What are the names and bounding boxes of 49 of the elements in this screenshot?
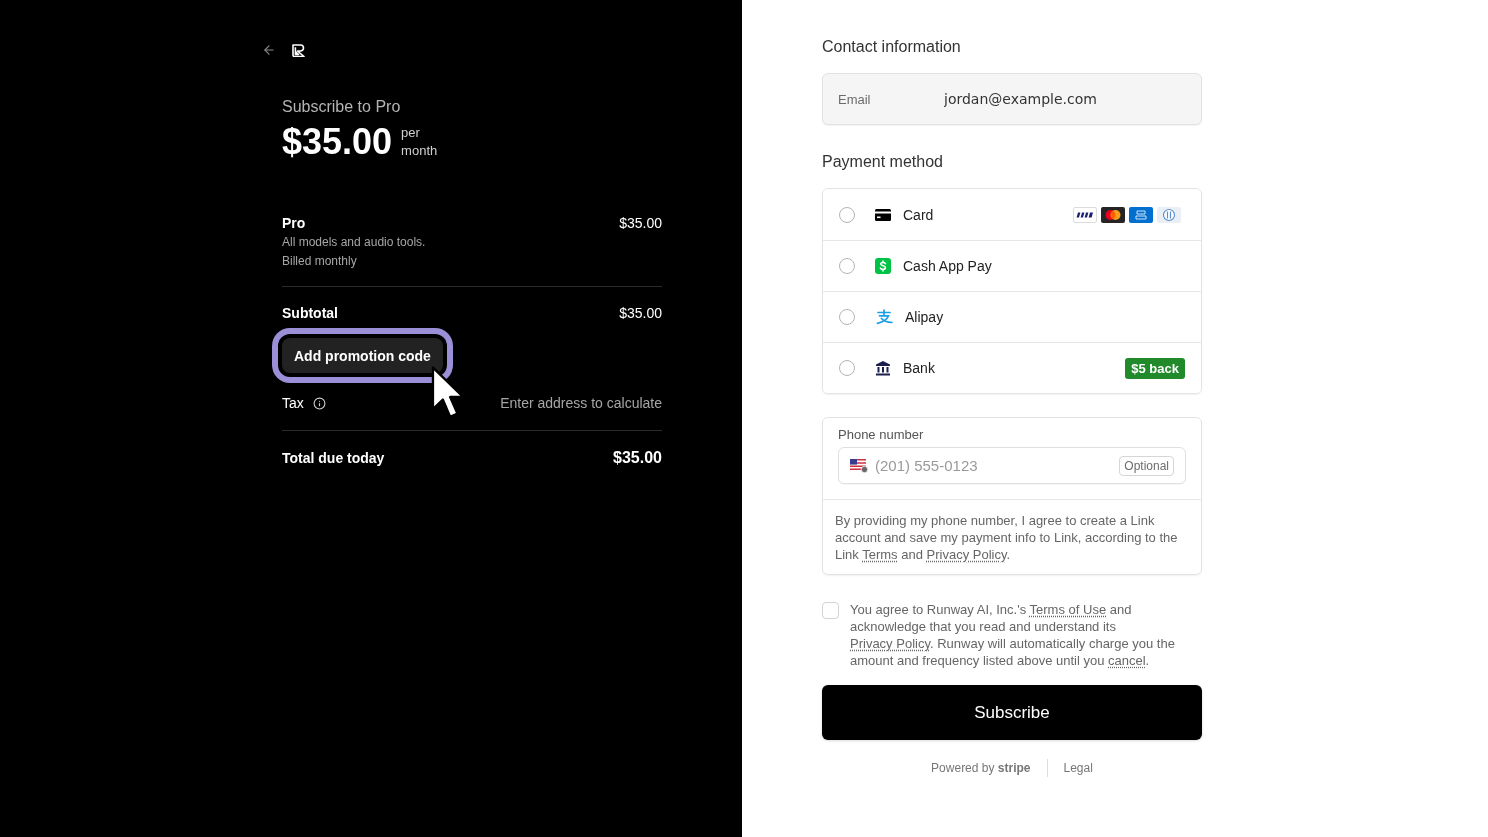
- tax-value: Enter address to calculate: [500, 394, 662, 412]
- item-billing: Billed monthly: [282, 253, 358, 270]
- payment-method-label[interactable]: Alipay: [905, 309, 1185, 325]
- dollar-sign-icon: [875, 258, 891, 274]
- section-heading: Contact information: [822, 37, 962, 57]
- powered-by-text: Powered by stripe: [931, 761, 1031, 775]
- credit-card-icon: [875, 208, 891, 221]
- price: $35.00: [282, 122, 393, 162]
- subtotal-label: Subtotal: [282, 304, 338, 322]
- radio-button[interactable]: [839, 309, 855, 325]
- payment-method-label[interactable]: Card: [903, 206, 1073, 223]
- section-heading: Payment method: [822, 152, 944, 172]
- consent-checkbox[interactable]: [822, 602, 839, 619]
- card-logo-icon: [1129, 206, 1153, 223]
- item-description: All models and audio tools.: [282, 234, 426, 251]
- info-icon[interactable]: [312, 396, 326, 410]
- subtotal-amount: $35.00: [619, 304, 662, 322]
- item-amount: $35.00: [619, 214, 662, 232]
- cashback-badge: $5 back: [1125, 357, 1185, 379]
- link-notice-text: By providing my phone number, I agree to create a Link account and save my payment info to Link, according to the Link Terms and Privacy Policy.: [834, 512, 1179, 564]
- flag-icon[interactable]: [850, 459, 868, 473]
- radio-button[interactable]: [839, 206, 855, 223]
- payment-method-label[interactable]: Bank: [903, 360, 1126, 376]
- total-label: Total due today: [282, 449, 385, 467]
- circle-logo-icon: [1157, 206, 1181, 223]
- billing-period: per month: [401, 124, 438, 160]
- inline-link[interactable]: Privacy Policy: [926, 547, 1007, 562]
- radio-button[interactable]: [839, 360, 855, 376]
- phone-label: Phone number: [838, 427, 925, 443]
- total-amount: $35.00: [613, 449, 662, 467]
- payment-method-label[interactable]: Cash App Pay: [903, 258, 1185, 274]
- email-label: Email: [838, 91, 871, 107]
- footer-link[interactable]: Legal: [1046, 759, 1093, 777]
- subscribe-button[interactable]: Subscribe: [822, 685, 1202, 740]
- logo-icon: [292, 43, 305, 57]
- bank-icon: [875, 360, 891, 376]
- item-name: Pro: [282, 214, 307, 232]
- card-logo-icon: [1073, 206, 1097, 223]
- overlapping-circles-icon: [1101, 206, 1125, 223]
- inline-link[interactable]: Terms of Use: [1029, 602, 1107, 617]
- consent-text: You agree to Runway AI, Inc.'s Terms of Use and acknowledge that you read and understand its Privacy Policy. Runway will automatically charge you the amount and frequency listed above until you cancel.: [850, 601, 1176, 669]
- inline-link[interactable]: Terms: [862, 547, 898, 562]
- radio-button[interactable]: [839, 258, 855, 274]
- glyph-logo-icon: [875, 309, 893, 325]
- tax-label: Tax: [282, 394, 304, 412]
- plan-title: Subscribe to Pro: [282, 97, 402, 117]
- inline-link[interactable]: Privacy Policy: [850, 636, 930, 651]
- optional-badge: Optional: [1119, 455, 1174, 476]
- inline-link[interactable]: cancel: [1108, 653, 1146, 668]
